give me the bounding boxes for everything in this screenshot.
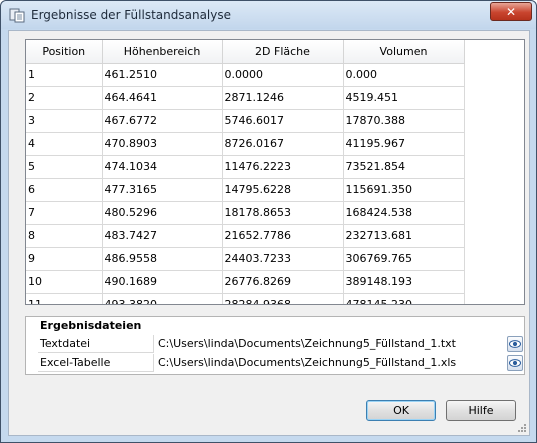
cell-2d-flaeche: 18178.8653 bbox=[222, 201, 344, 225]
table-row[interactable]: 7 480.5296 18178.8653 168424.538 bbox=[26, 201, 465, 225]
file-path[interactable]: C:\Users\linda\Documents\Zeichnung5_Füll… bbox=[158, 335, 502, 353]
column-header-volumen[interactable]: Volumen bbox=[343, 40, 465, 64]
cell-2d-flaeche: 21652.7786 bbox=[222, 224, 344, 248]
cell-hoehenbereich: 493.3820 bbox=[102, 293, 223, 304]
cell-volumen: 478145.230 bbox=[343, 293, 465, 304]
cell-2d-flaeche: 11476.2223 bbox=[222, 155, 344, 179]
window-title: Ergebnisse der Füllstandsanalyse bbox=[31, 8, 231, 22]
cell-position: 8 bbox=[26, 224, 103, 248]
cell-hoehenbereich: 477.3165 bbox=[102, 178, 223, 202]
file-path[interactable]: C:\Users\linda\Documents\Zeichnung5_Füll… bbox=[158, 354, 502, 372]
results-table: Position Höhenbereich 2D Fläche Volumen … bbox=[25, 39, 525, 305]
dialog-client-area: Position Höhenbereich 2D Fläche Volumen … bbox=[8, 30, 530, 436]
result-files-panel: Ergebnisdateien Textdatei C:\Users\linda… bbox=[25, 316, 525, 375]
cell-hoehenbereich: 464.4641 bbox=[102, 86, 223, 110]
eye-icon[interactable] bbox=[507, 336, 523, 352]
table-row[interactable]: 1 461.2510 0.0000 0.000 bbox=[26, 63, 465, 87]
column-header-position[interactable]: Position bbox=[26, 40, 103, 64]
help-button[interactable]: Hilfe bbox=[446, 400, 516, 421]
cell-volumen: 232713.681 bbox=[343, 224, 465, 248]
file-label: Excel-Tabelle bbox=[38, 354, 154, 372]
cell-volumen: 168424.538 bbox=[343, 201, 465, 225]
cell-volumen: 306769.765 bbox=[343, 247, 465, 271]
file-row-excel: Excel-Tabelle C:\Users\linda\Documents\Z… bbox=[38, 354, 523, 372]
table-row[interactable]: 9 486.9558 24403.7233 306769.765 bbox=[26, 247, 465, 271]
result-files-title: Ergebnisdateien bbox=[40, 319, 142, 332]
cell-hoehenbereich: 467.6772 bbox=[102, 109, 223, 133]
cell-2d-flaeche: 0.0000 bbox=[222, 63, 344, 87]
file-label: Textdatei bbox=[38, 335, 154, 353]
cell-position: 1 bbox=[26, 63, 103, 87]
cell-volumen: 41195.967 bbox=[343, 132, 465, 156]
cell-position: 4 bbox=[26, 132, 103, 156]
cell-position: 10 bbox=[26, 270, 103, 294]
cell-position: 11 bbox=[26, 293, 103, 304]
cell-2d-flaeche: 24403.7233 bbox=[222, 247, 344, 271]
close-button[interactable]: ✕ bbox=[490, 2, 532, 21]
eye-icon[interactable] bbox=[507, 355, 523, 371]
column-header-2d-flaeche[interactable]: 2D Fläche bbox=[222, 40, 344, 64]
cell-2d-flaeche: 14795.6228 bbox=[222, 178, 344, 202]
cell-hoehenbereich: 461.2510 bbox=[102, 63, 223, 87]
close-icon: ✕ bbox=[505, 4, 517, 19]
table-row[interactable]: 3 467.6772 5746.6017 17870.388 bbox=[26, 109, 465, 133]
ok-button[interactable]: OK bbox=[366, 400, 436, 421]
cell-position: 3 bbox=[26, 109, 103, 133]
cell-position: 9 bbox=[26, 247, 103, 271]
cell-volumen: 17870.388 bbox=[343, 109, 465, 133]
table-row[interactable]: 2 464.4641 2871.1246 4519.451 bbox=[26, 86, 465, 110]
column-header-hoehenbereich[interactable]: Höhenbereich bbox=[102, 40, 223, 64]
cell-volumen: 389148.193 bbox=[343, 270, 465, 294]
table-row[interactable]: 6 477.3165 14795.6228 115691.350 bbox=[26, 178, 465, 202]
resize-grip-icon[interactable] bbox=[517, 423, 527, 433]
cell-hoehenbereich: 490.1689 bbox=[102, 270, 223, 294]
table-header-row: Position Höhenbereich 2D Fläche Volumen bbox=[26, 40, 465, 64]
cell-hoehenbereich: 470.8903 bbox=[102, 132, 223, 156]
cell-position: 2 bbox=[26, 86, 103, 110]
table-row[interactable]: 8 483.7427 21652.7786 232713.681 bbox=[26, 224, 465, 248]
cell-volumen: 4519.451 bbox=[343, 86, 465, 110]
table-row[interactable]: 11 493.3820 28284.9368 478145.230 bbox=[26, 293, 465, 304]
cell-2d-flaeche: 8726.0167 bbox=[222, 132, 344, 156]
file-row-text: Textdatei C:\Users\linda\Documents\Zeich… bbox=[38, 335, 523, 353]
cell-hoehenbereich: 480.5296 bbox=[102, 201, 223, 225]
cell-hoehenbereich: 483.7427 bbox=[102, 224, 223, 248]
cell-hoehenbereich: 474.1034 bbox=[102, 155, 223, 179]
cell-2d-flaeche: 5746.6017 bbox=[222, 109, 344, 133]
table-row[interactable]: 5 474.1034 11476.2223 73521.854 bbox=[26, 155, 465, 179]
cell-volumen: 115691.350 bbox=[343, 178, 465, 202]
title-bar[interactable]: Ergebnisse der Füllstandsanalyse ✕ bbox=[1, 1, 536, 29]
cell-volumen: 0.000 bbox=[343, 63, 465, 87]
cell-hoehenbereich: 486.9558 bbox=[102, 247, 223, 271]
cell-2d-flaeche: 28284.9368 bbox=[222, 293, 344, 304]
table-row[interactable]: 10 490.1689 26776.8269 389148.193 bbox=[26, 270, 465, 294]
cell-position: 7 bbox=[26, 201, 103, 225]
cell-position: 5 bbox=[26, 155, 103, 179]
table-row[interactable]: 4 470.8903 8726.0167 41195.967 bbox=[26, 132, 465, 156]
dialog-window: Ergebnisse der Füllstandsanalyse ✕ Posit… bbox=[0, 0, 537, 443]
cell-position: 6 bbox=[26, 178, 103, 202]
cell-2d-flaeche: 2871.1246 bbox=[222, 86, 344, 110]
cell-volumen: 73521.854 bbox=[343, 155, 465, 179]
app-icon bbox=[9, 8, 25, 23]
cell-2d-flaeche: 26776.8269 bbox=[222, 270, 344, 294]
